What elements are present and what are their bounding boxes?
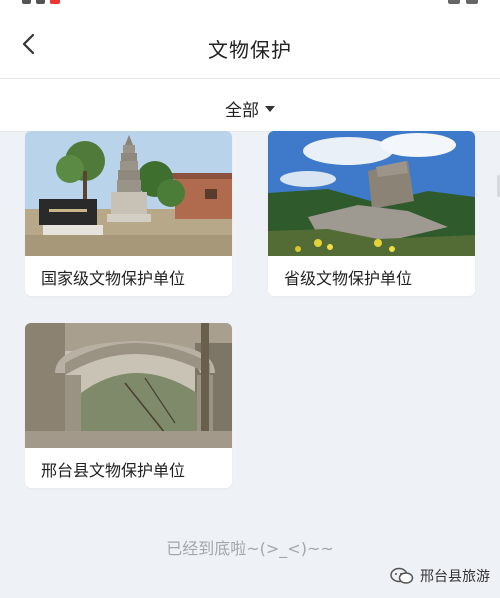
wifi-icon [36,0,45,4]
filter-label: 全部 [225,101,259,121]
filter-dropdown[interactable]: 全部 [0,96,500,121]
category-label: 省级文物保护单位 [284,269,413,288]
wechat-icon [390,567,414,584]
provincial-heritage-photo [268,131,475,256]
page-title: 文物保护 [208,38,292,62]
filter-bar: 全部 [0,79,500,197]
signal-icon [22,0,31,4]
category-label: 国家级文物保护单位 [41,269,186,288]
alarm-icon [448,0,460,4]
source-watermark: 邢台县旅游 [390,566,490,586]
watermark-text: 邢台县旅游 [420,569,490,585]
national-heritage-photo [25,131,232,256]
nav-header: 文物保护 [0,10,500,79]
county-heritage-photo [25,323,232,448]
category-card-provincial[interactable]: 省级文物保护单位 [268,131,475,296]
category-label: 邢台县文物保护单位 [41,461,186,480]
notification-icon [50,0,60,4]
battery-icon [466,0,478,4]
status-bar [0,0,500,10]
category-card-national[interactable]: 国家级文物保护单位 [25,131,232,296]
category-card-county[interactable]: 邢台县文物保护单位 [25,323,232,488]
end-of-list-message: 已经到底啦~(>_<)~~ [166,539,334,558]
caret-down-icon [265,106,275,112]
